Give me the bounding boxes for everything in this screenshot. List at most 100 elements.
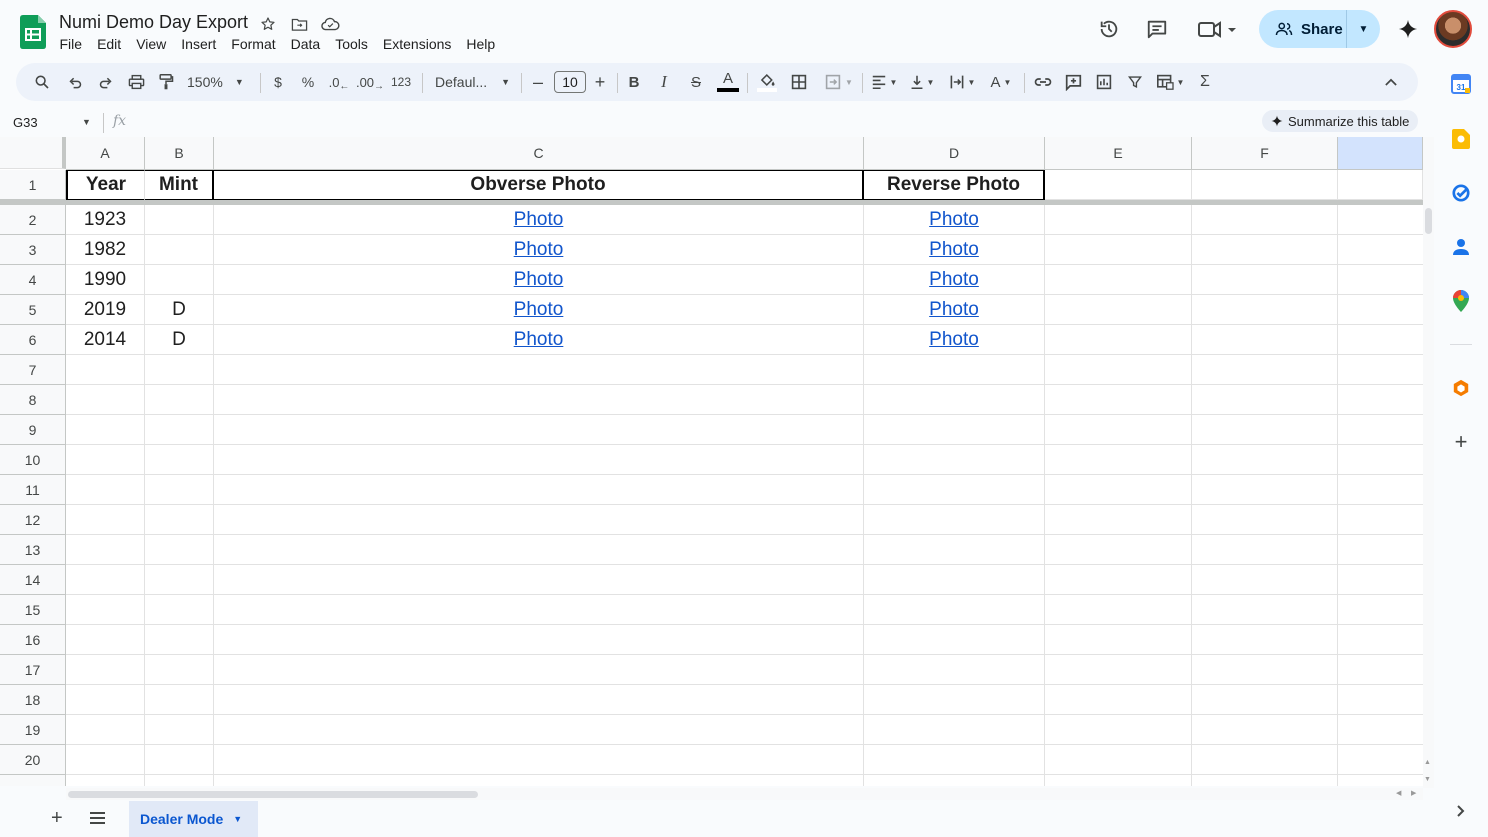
- share-main[interactable]: Share: [1259, 10, 1347, 48]
- share-dropdown-icon[interactable]: ▼: [1347, 24, 1380, 35]
- italic-icon[interactable]: I: [656, 63, 672, 101]
- row-header-13[interactable]: 13: [0, 535, 66, 565]
- summarize-table-button[interactable]: Summarize this table: [1262, 110, 1418, 132]
- column-header-b[interactable]: B: [145, 137, 214, 170]
- show-side-panel-icon[interactable]: [1450, 800, 1472, 822]
- cell-b1[interactable]: Mint: [145, 170, 214, 201]
- column-header-a[interactable]: A: [66, 137, 145, 170]
- row-header-1[interactable]: 1: [0, 170, 66, 200]
- decrease-decimal-button[interactable]: .0 ←: [328, 63, 350, 101]
- cell-c1[interactable]: Obverse Photo: [214, 170, 864, 201]
- cell-d1[interactable]: Reverse Photo: [864, 170, 1045, 201]
- undo-icon[interactable]: [65, 63, 85, 101]
- scroll-right-icon[interactable]: ▶: [1411, 789, 1416, 797]
- row-header-19[interactable]: 19: [0, 715, 66, 745]
- document-title[interactable]: Numi Demo Day Export: [59, 12, 248, 33]
- redo-icon[interactable]: [95, 63, 115, 101]
- column-header-c[interactable]: C: [214, 137, 864, 170]
- menu-edit[interactable]: Edit: [90, 35, 129, 53]
- row-header-8[interactable]: 8: [0, 385, 66, 415]
- menu-format[interactable]: Format: [224, 35, 283, 53]
- row-header-9[interactable]: 9: [0, 415, 66, 445]
- cell-g1[interactable]: [1338, 170, 1423, 200]
- sheets-logo-icon[interactable]: [20, 15, 46, 49]
- column-header-g[interactable]: [1338, 137, 1423, 170]
- menu-view[interactable]: View: [129, 35, 174, 53]
- version-history-icon[interactable]: [1097, 16, 1121, 42]
- row-header-5[interactable]: 5: [0, 295, 66, 325]
- all-sheets-menu-icon[interactable]: [90, 811, 105, 829]
- tasks-icon[interactable]: [1450, 182, 1472, 204]
- font-size-input[interactable]: 10: [554, 71, 586, 93]
- merge-cells-icon[interactable]: ▼: [821, 63, 857, 101]
- menu-insert[interactable]: Insert: [174, 35, 224, 53]
- select-all-corner[interactable]: [0, 137, 66, 169]
- spreadsheet-grid[interactable]: A B C D E F 1 Year Mint Obverse Photo Re…: [0, 137, 1423, 786]
- font-family-select[interactable]: Defaul... ▼: [435, 63, 511, 101]
- text-rotation-icon[interactable]: A ▼: [985, 63, 1017, 101]
- insert-link-icon[interactable]: [1033, 63, 1053, 101]
- vertical-scrollbar[interactable]: [1423, 137, 1434, 788]
- filter-icon[interactable]: [1126, 63, 1144, 101]
- meet-video-icon[interactable]: [1197, 16, 1237, 42]
- fill-color-icon[interactable]: [756, 63, 778, 101]
- table-view-icon[interactable]: ▼: [1153, 63, 1187, 101]
- row-header-11[interactable]: 11: [0, 475, 66, 505]
- add-on-icon[interactable]: [1450, 377, 1472, 399]
- cell-e1[interactable]: [1045, 170, 1192, 200]
- menu-extensions[interactable]: Extensions: [375, 35, 458, 53]
- increase-decimal-button[interactable]: .00 →: [356, 63, 384, 101]
- decrease-font-size-icon[interactable]: –: [530, 63, 546, 101]
- add-sheet-icon[interactable]: +: [51, 808, 63, 828]
- column-header-d[interactable]: D: [864, 137, 1045, 170]
- functions-icon[interactable]: Σ: [1196, 63, 1214, 101]
- row-header-18[interactable]: 18: [0, 685, 66, 715]
- move-folder-icon[interactable]: [289, 14, 309, 34]
- vertical-scroll-thumb[interactable]: [1425, 208, 1432, 234]
- paint-format-icon[interactable]: [155, 63, 177, 101]
- keep-icon[interactable]: [1450, 128, 1472, 150]
- contacts-icon[interactable]: [1450, 236, 1472, 258]
- column-header-e[interactable]: E: [1045, 137, 1192, 170]
- comments-icon[interactable]: [1145, 16, 1169, 42]
- sheet-tab-dealer-mode[interactable]: Dealer Mode ▼: [129, 801, 258, 837]
- horizontal-align-icon[interactable]: ▼: [869, 63, 899, 101]
- menu-tools[interactable]: Tools: [328, 35, 376, 53]
- row-header-3[interactable]: 3: [0, 235, 66, 265]
- search-menus-icon[interactable]: [31, 63, 53, 101]
- collapse-toolbar-icon[interactable]: [1381, 63, 1401, 101]
- menu-file[interactable]: File: [52, 35, 90, 53]
- calendar-icon[interactable]: 31: [1450, 73, 1472, 95]
- name-box-caret-icon[interactable]: ▼: [82, 117, 91, 127]
- row-header-21[interactable]: [0, 775, 66, 786]
- currency-format-button[interactable]: $: [270, 63, 286, 101]
- row-header-12[interactable]: 12: [0, 505, 66, 535]
- zoom-select[interactable]: 150% ▼: [187, 63, 251, 101]
- borders-icon[interactable]: [789, 63, 809, 101]
- cloud-saved-icon[interactable]: [320, 14, 340, 34]
- row-header-14[interactable]: 14: [0, 565, 66, 595]
- cell-f1[interactable]: [1192, 170, 1338, 200]
- increase-font-size-icon[interactable]: +: [592, 63, 608, 101]
- row-header-20[interactable]: 20: [0, 745, 66, 775]
- row-header-15[interactable]: 15: [0, 595, 66, 625]
- bold-icon[interactable]: B: [626, 63, 642, 101]
- vertical-align-icon[interactable]: ▼: [907, 63, 937, 101]
- share-button[interactable]: Share ▼: [1259, 10, 1380, 48]
- menu-help[interactable]: Help: [459, 35, 503, 53]
- user-avatar[interactable]: [1434, 10, 1472, 48]
- get-add-ons-icon[interactable]: +: [1450, 429, 1472, 454]
- more-formats-button[interactable]: 123: [390, 63, 412, 101]
- cell-a1[interactable]: Year: [66, 170, 145, 201]
- scroll-left-icon[interactable]: ◀: [1396, 789, 1401, 797]
- row-header-16[interactable]: 16: [0, 625, 66, 655]
- sheet-tab-caret-icon[interactable]: ▼: [233, 814, 242, 824]
- print-icon[interactable]: [125, 63, 147, 101]
- row-header-4[interactable]: 4: [0, 265, 66, 295]
- scroll-up-icon[interactable]: ▲: [1424, 759, 1431, 766]
- text-wrapping-icon[interactable]: ▼: [946, 63, 978, 101]
- horizontal-scroll-thumb[interactable]: [68, 791, 478, 798]
- gemini-sparkle-icon[interactable]: [1396, 16, 1420, 42]
- row-header-6[interactable]: 6: [0, 325, 66, 355]
- strikethrough-icon[interactable]: S: [687, 63, 705, 101]
